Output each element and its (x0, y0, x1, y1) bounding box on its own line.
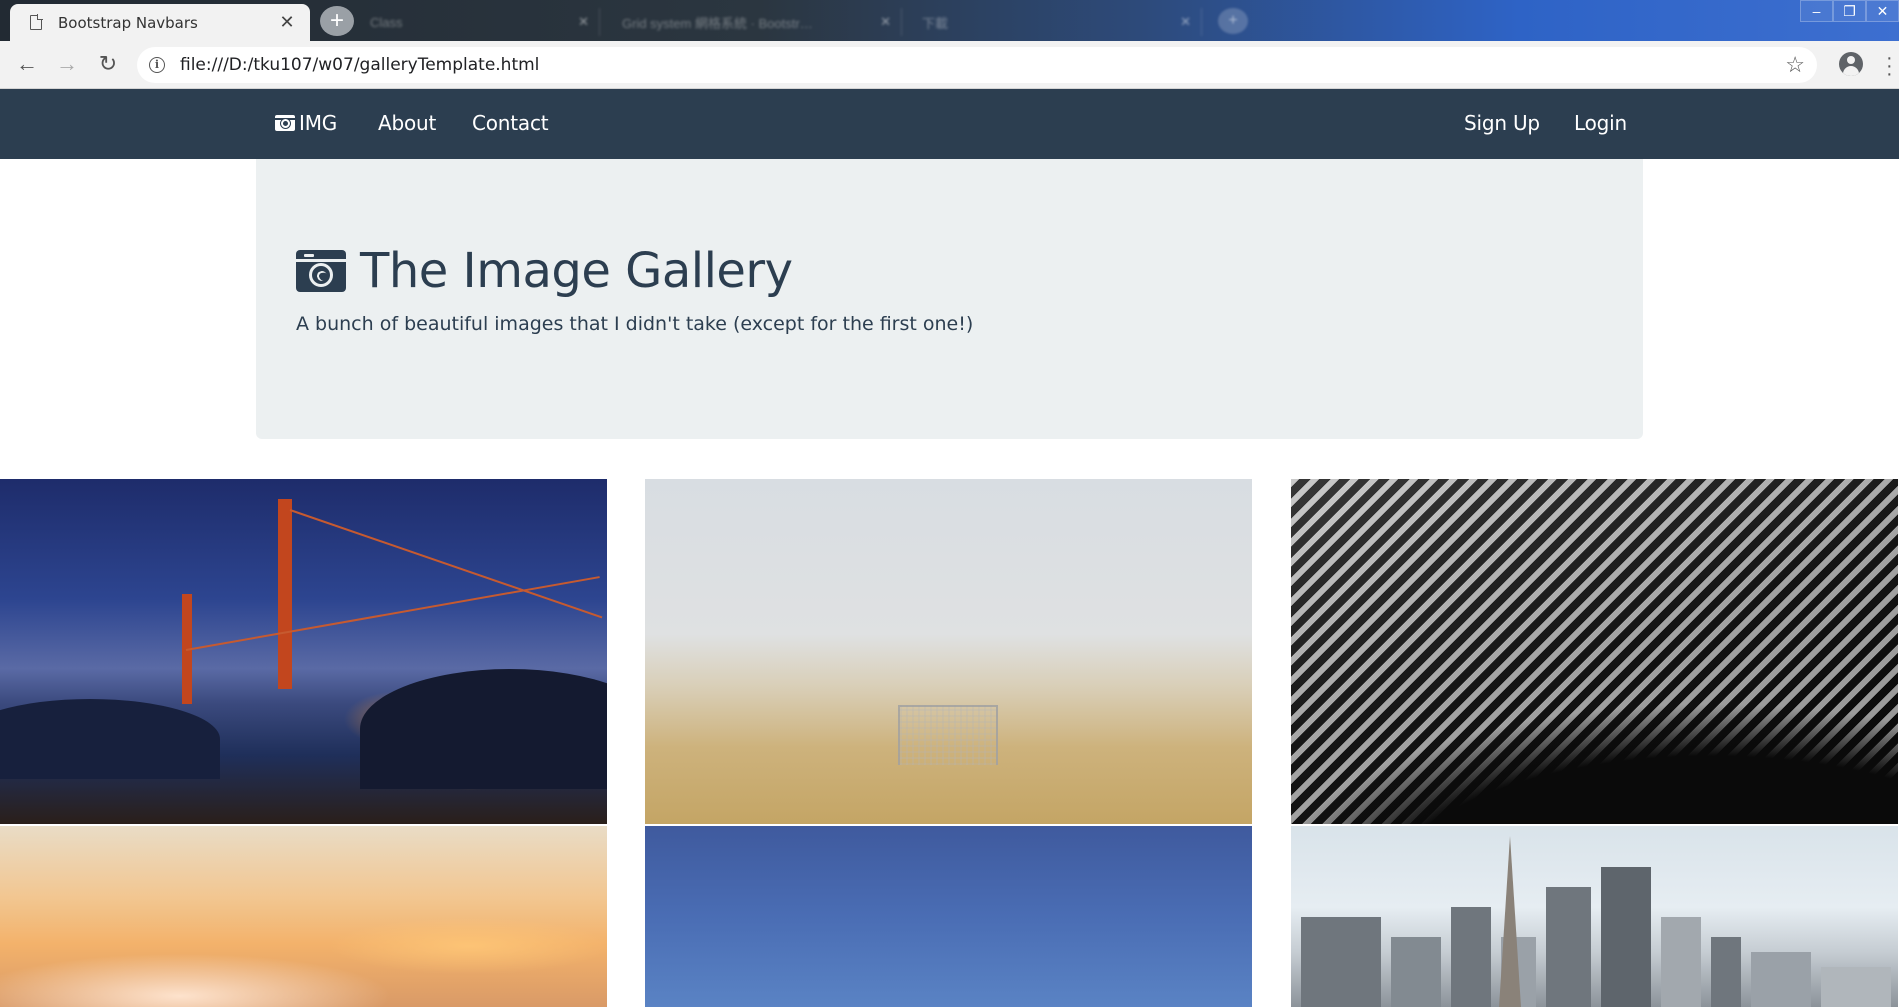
background-tab[interactable]: 下載 ✕ (912, 8, 1202, 36)
gallery-image-foggy-field (645, 479, 1252, 824)
site-navbar: IMG About Contact Sign Up Login (0, 89, 1899, 159)
browser-toolbar: ← → ↻ i file:///D:/tku107/w07/galleryTem… (0, 41, 1899, 89)
building (1451, 907, 1491, 1007)
active-tab[interactable]: Bootstrap Navbars ✕ (10, 4, 310, 41)
hill-shape (360, 669, 607, 789)
building (1301, 917, 1381, 1007)
back-arrow-icon[interactable]: ← (14, 52, 40, 78)
background-tab-title: Grid system 網格系統 · Bootstr… (622, 15, 813, 31)
document-icon (30, 14, 43, 30)
building (1821, 967, 1891, 1007)
menu-kebab-icon[interactable]: · · · (1886, 48, 1893, 84)
url-text[interactable]: file:///D:/tku107/w07/galleryTemplate.ht… (180, 55, 539, 75)
new-tab-button[interactable]: + (320, 6, 354, 36)
background-tab-title: 下載 (922, 15, 949, 31)
restore-icon[interactable]: ❐ (1833, 0, 1866, 22)
close-tab-icon[interactable]: ✕ (880, 14, 891, 30)
address-bar[interactable]: i file:///D:/tku107/w07/galleryTemplate.… (137, 47, 1817, 83)
nav-link-contact[interactable]: Contact (472, 111, 549, 135)
new-tab-button-2[interactable]: + (1218, 8, 1248, 34)
browser-tab-strip: Bootstrap Navbars ✕ + Class ✕ Grid system… (0, 0, 1899, 41)
soccer-goal (898, 705, 998, 765)
minimize-icon[interactable]: – (1800, 0, 1833, 22)
building (1391, 937, 1441, 1007)
navbar-brand[interactable]: IMG (275, 111, 337, 135)
building (1711, 937, 1741, 1007)
brand-label: IMG (299, 111, 338, 135)
page-title-text: The Image Gallery (360, 243, 793, 299)
building (1546, 887, 1591, 1007)
close-tab-icon[interactable]: ✕ (578, 14, 589, 30)
building (1601, 867, 1651, 1007)
jumbotron: The Image Gallery A bunch of beautiful i… (256, 159, 1643, 439)
background-tab-title: Class (370, 14, 403, 30)
pyramid-tower (1499, 836, 1521, 1007)
gallery-image-blue-sky (645, 826, 1252, 1007)
profile-icon[interactable] (1839, 52, 1863, 76)
nav-link-sign-up[interactable]: Sign Up (1464, 111, 1540, 135)
hill-shape (0, 699, 220, 779)
bookmark-star-icon[interactable]: ☆ (1785, 52, 1805, 78)
gallery-image-city-skyline (1291, 826, 1898, 1007)
close-tab-icon[interactable]: ✕ (276, 12, 298, 33)
tab-title: Bootstrap Navbars (58, 13, 198, 32)
bridge-deck (185, 576, 600, 651)
background-tab[interactable]: Class ✕ (360, 8, 600, 36)
gallery-image-architecture (1291, 479, 1898, 824)
camera-icon (296, 250, 346, 292)
close-window-icon[interactable]: ✕ (1866, 0, 1899, 22)
info-icon[interactable]: i (149, 57, 165, 73)
close-tab-icon[interactable]: ✕ (1180, 14, 1191, 30)
nav-link-about[interactable]: About (378, 111, 436, 135)
reload-icon[interactable]: ↻ (95, 52, 121, 78)
gallery-image-sunset-clouds (0, 826, 607, 1007)
gallery-image-golden-gate-bridge (0, 479, 607, 824)
page-subtitle: A bunch of beautiful images that I didn'… (296, 313, 974, 335)
background-tab[interactable]: Grid system 網格系統 · Bootstr… ✕ (612, 8, 902, 36)
nav-link-login[interactable]: Login (1574, 111, 1627, 135)
forward-arrow-icon[interactable]: → (54, 52, 80, 78)
window-controls: – ❐ ✕ (1800, 0, 1899, 22)
bridge-tower (278, 499, 292, 689)
camera-icon (275, 115, 295, 131)
building (1751, 952, 1811, 1007)
building (1661, 917, 1701, 1007)
page-title: The Image Gallery (296, 243, 793, 299)
